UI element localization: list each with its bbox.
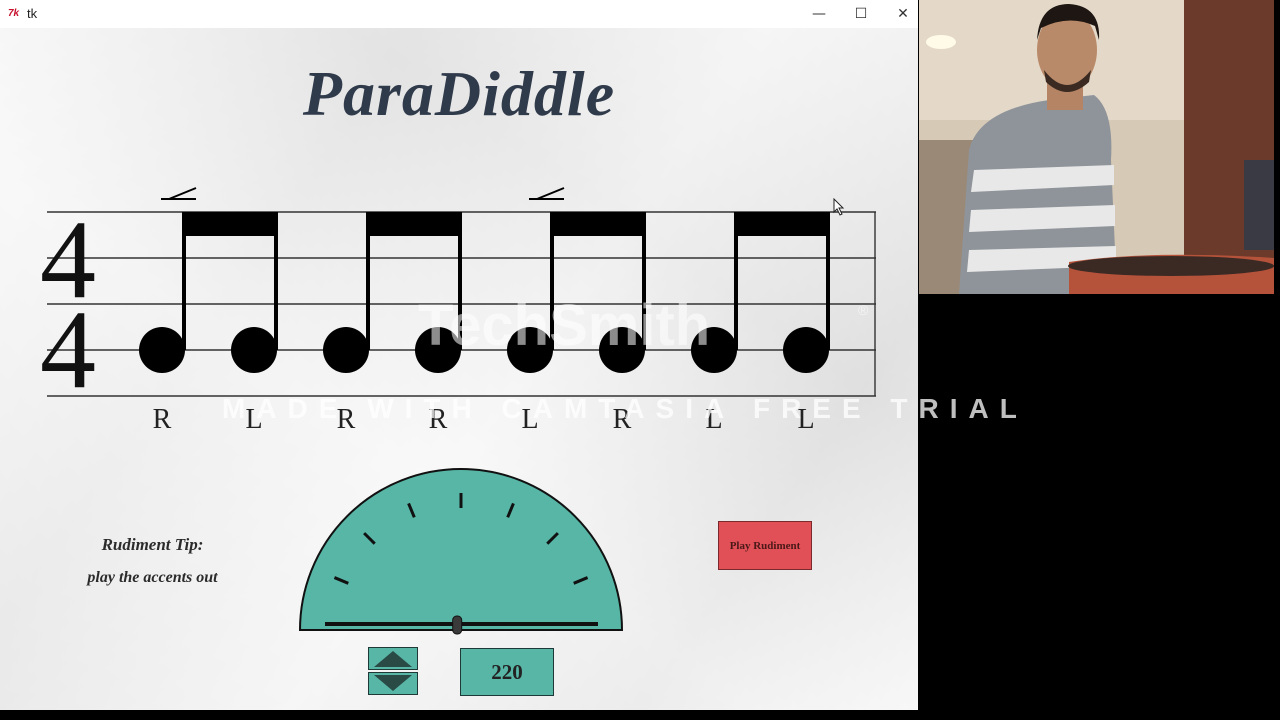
note-beam xyxy=(550,212,646,236)
arrow-down-icon xyxy=(374,675,412,691)
note-head xyxy=(783,327,829,373)
note-head xyxy=(323,327,369,373)
gauge-needle xyxy=(452,615,463,635)
note-head xyxy=(231,327,277,373)
webcam-person-image xyxy=(919,0,1274,294)
note-head xyxy=(139,327,185,373)
camtasia-trial-watermark: MADE WITH CAMTASIA FREE TRIAL xyxy=(222,393,1028,424)
registered-mark: ® xyxy=(858,302,869,318)
play-rudiment-button[interactable]: Play Rudiment xyxy=(718,521,812,570)
tempo-decrease-button[interactable] xyxy=(368,672,418,695)
techsmith-watermark: TechSmith xyxy=(418,293,711,358)
note-beam xyxy=(182,212,278,236)
tempo-increase-button[interactable] xyxy=(368,647,418,670)
webcam-video xyxy=(919,0,1274,294)
arrow-up-icon xyxy=(374,651,412,667)
note-beam xyxy=(734,212,830,236)
time-signature-bottom: 4 xyxy=(40,288,96,400)
tip-text: play the accents out xyxy=(87,569,218,586)
tip-heading: Rudiment Tip: xyxy=(101,535,204,554)
mouse-cursor-icon xyxy=(833,198,845,216)
tempo-display: 220 xyxy=(460,648,554,696)
sticking-label: R xyxy=(152,404,172,435)
accent-mark xyxy=(529,187,565,200)
accent-mark xyxy=(161,187,197,200)
note-beam xyxy=(366,212,462,236)
tempo-gauge xyxy=(298,468,624,635)
